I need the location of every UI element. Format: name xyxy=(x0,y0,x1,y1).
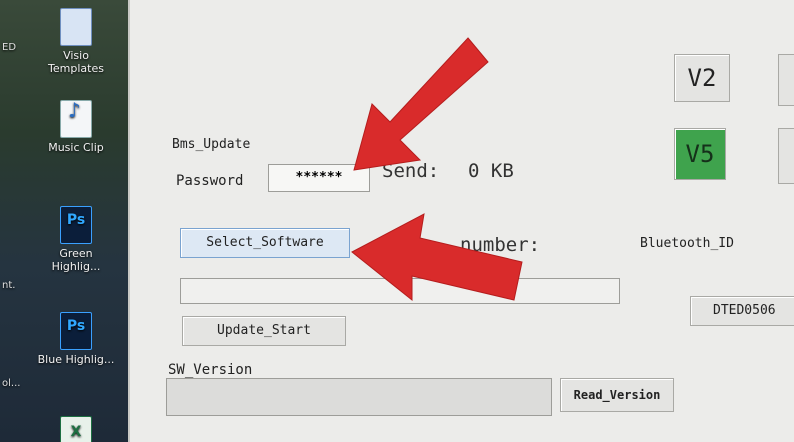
bluetooth-id-label: Bluetooth_ID xyxy=(640,236,734,251)
progress-bar xyxy=(180,278,620,304)
desktop-icon-visio-templates[interactable]: Visio Templates xyxy=(36,8,116,75)
send-value: 0 KB xyxy=(468,160,514,182)
partial-button[interactable] xyxy=(778,54,794,106)
photoshop-file-icon: Ps xyxy=(60,206,92,244)
partial-button[interactable] xyxy=(778,128,794,184)
desktop-icon-green-highlight[interactable]: Ps Green Highlig... xyxy=(36,206,116,273)
photoshop-file-icon: Ps xyxy=(60,312,92,350)
sw-version-field xyxy=(166,378,552,416)
sw-version-label: SW_Version xyxy=(168,362,253,378)
desktop-icon-label: Blue Highlig... xyxy=(37,353,115,366)
read-version-button[interactable]: Read_Version xyxy=(560,378,674,412)
desktop-icon-blue-highlight[interactable]: Ps Blue Highlig... xyxy=(36,312,116,366)
bms-update-label: Bms_Update xyxy=(172,137,251,152)
send-label: Send: xyxy=(382,160,440,182)
select-software-button[interactable]: Select_Software xyxy=(180,228,350,258)
desktop-icon-label: Green Highlig... xyxy=(51,247,101,273)
desktop-icon-excel[interactable]: X xyxy=(36,416,116,442)
bms-update-window: V2 V5 Bms_Update Password ****** Send: 0… xyxy=(128,0,794,442)
desktop-strip: ED nt. ol... Visio Templates Music Clip … xyxy=(0,0,128,442)
v5-button[interactable]: V5 xyxy=(674,128,726,180)
desktop-icon-label: Visio Templates xyxy=(48,49,104,75)
password-label: Password xyxy=(176,173,244,189)
desktop-edge-label: nt. xyxy=(2,280,16,291)
serial-number-label: number: xyxy=(460,234,541,256)
desktop-icon-music-clip[interactable]: Music Clip xyxy=(36,100,116,154)
bluetooth-id-button[interactable]: DTED0506 xyxy=(690,296,794,326)
audio-file-icon xyxy=(60,100,92,138)
desktop-edge-label: ED xyxy=(2,42,17,53)
visio-icon xyxy=(60,8,92,46)
password-field[interactable]: ****** xyxy=(268,164,370,192)
v2-button[interactable]: V2 xyxy=(674,54,730,102)
excel-file-icon: X xyxy=(60,416,92,442)
update-start-button[interactable]: Update_Start xyxy=(182,316,346,346)
desktop-icon-label: Music Clip xyxy=(48,141,104,154)
desktop-edge-label: ol... xyxy=(2,378,21,389)
